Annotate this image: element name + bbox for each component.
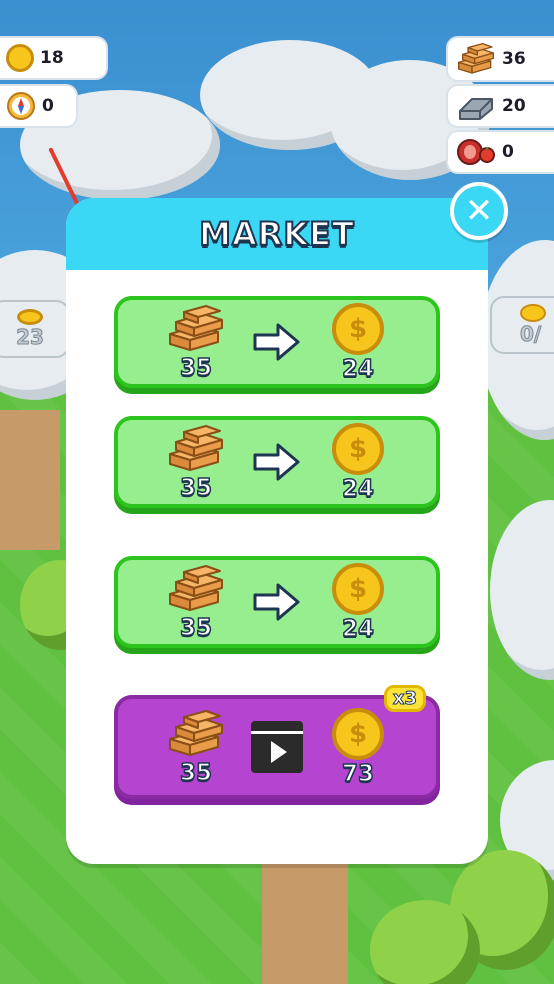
get-amount: 73 — [341, 761, 375, 787]
get-amount: 24 — [341, 476, 375, 502]
wood-planks-icon — [456, 42, 496, 76]
market-title: MARKET — [198, 214, 355, 254]
compass-icon — [520, 304, 546, 322]
coin-count: 18 — [40, 48, 64, 68]
right-arrow-icon — [242, 322, 312, 362]
get-amount: 24 — [341, 356, 375, 382]
gold-coin-icon: $ — [332, 423, 384, 475]
wood-planks-icon — [165, 709, 227, 759]
trade-button[interactable]: 35 $ 24 — [114, 416, 440, 508]
gold-coin-icon: $ — [332, 563, 384, 615]
locked-area-cost: 0/ — [519, 322, 542, 347]
locked-area-cost-right[interactable]: 0/ — [490, 296, 554, 354]
give-amount: 35 — [179, 355, 213, 381]
wood-counter: 36 — [446, 36, 554, 82]
wood-count: 36 — [502, 49, 526, 69]
locked-area-cost: 23 — [16, 325, 45, 350]
coin-counter: 18 — [0, 36, 108, 80]
trade-give: 35 — [150, 304, 242, 381]
close-icon: ✕ — [464, 191, 494, 231]
food-count: 0 — [502, 142, 514, 162]
trade-give: 35 — [150, 424, 242, 501]
right-arrow-icon — [242, 442, 312, 482]
market-header: MARKET — [66, 198, 488, 270]
wood-planks-icon — [165, 304, 227, 354]
trade-get: $ 24 — [312, 423, 404, 502]
give-amount: 35 — [179, 760, 213, 786]
compass-count: 0 — [42, 96, 54, 116]
give-amount: 35 — [179, 615, 213, 641]
trade-get: $ 24 — [312, 303, 404, 382]
market-dialog: MARKET 35 $ 24 35 $ 24 35 $ 24 x3 35 $ 7… — [66, 198, 488, 864]
get-amount: 24 — [341, 616, 375, 642]
locked-area-cost-left[interactable]: 23 — [0, 300, 70, 358]
close-button[interactable]: ✕ — [450, 182, 508, 240]
ad-trade-button[interactable]: x3 35 $ 73 — [114, 685, 440, 799]
gold-coin-icon: $ — [332, 303, 384, 355]
trade-button[interactable]: 35 $ 24 — [114, 296, 440, 388]
trade-give: 35 — [150, 709, 242, 786]
give-amount: 35 — [179, 475, 213, 501]
gold-coin-icon — [17, 309, 43, 325]
wood-planks-icon — [165, 424, 227, 474]
gold-coin-icon: $ — [332, 708, 384, 760]
trade-button[interactable]: 35 $ 24 — [114, 556, 440, 648]
gold-coin-icon — [6, 44, 34, 72]
iron-ingot-icon — [459, 98, 493, 120]
dirt-path — [0, 410, 60, 550]
right-arrow-icon — [242, 582, 312, 622]
meat-icon — [457, 139, 495, 165]
food-counter: 0 — [446, 130, 554, 174]
video-ad-wrapper — [242, 721, 312, 773]
trade-get: $ 73 — [312, 708, 404, 787]
multiplier-badge: x3 — [383, 685, 426, 712]
wood-planks-icon — [165, 564, 227, 614]
video-ad-icon — [251, 721, 303, 773]
compass-counter: 0 — [0, 84, 78, 128]
trade-get: $ 24 — [312, 563, 404, 642]
compass-icon — [7, 92, 35, 120]
iron-counter: 20 — [446, 84, 554, 128]
trade-give: 35 — [150, 564, 242, 641]
iron-count: 20 — [502, 96, 526, 116]
